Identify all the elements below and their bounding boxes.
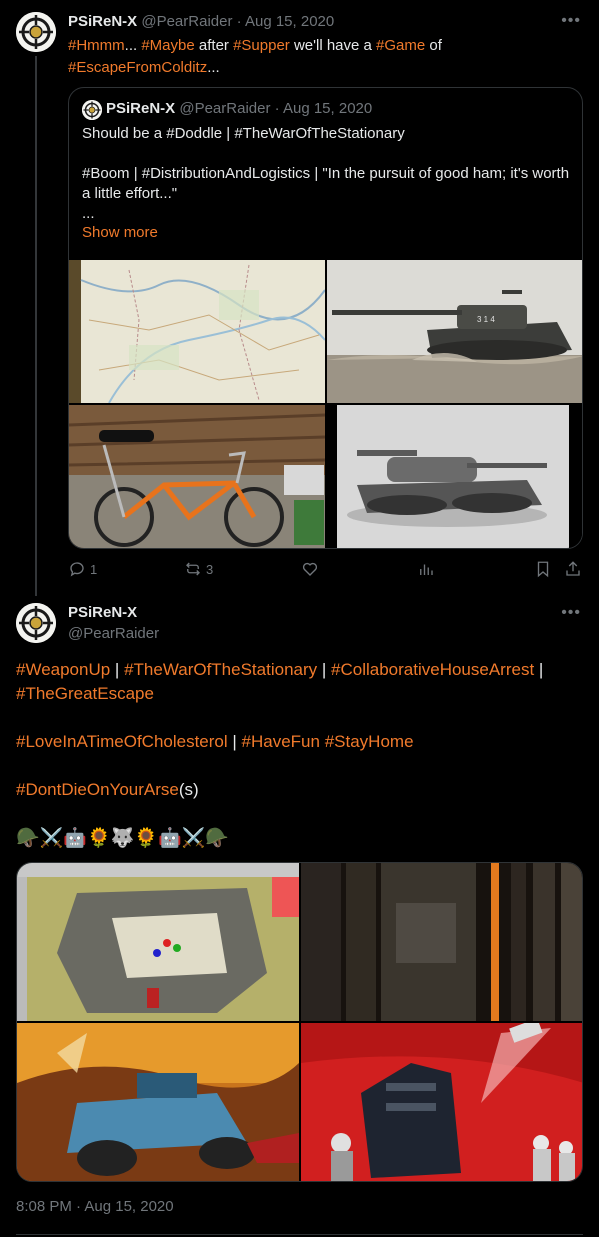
text-fragment: |	[227, 732, 242, 751]
hashtag[interactable]: #LoveInATimeOfCholesterol	[16, 732, 228, 751]
divider	[16, 1234, 583, 1235]
tweet-header: PSiReN-X @PearRaider · Aug 15, 2020	[68, 13, 334, 30]
like-button[interactable]	[301, 560, 323, 578]
views-button[interactable]	[417, 560, 439, 578]
text-fragment: ...	[124, 37, 142, 54]
tweet-date[interactable]: Aug 15, 2020	[245, 13, 334, 30]
quoted-date: Aug 15, 2020	[282, 100, 373, 117]
hashtag[interactable]: #WeaponUp	[16, 660, 110, 679]
share-button[interactable]	[564, 560, 582, 578]
separator-dot: ·	[274, 100, 280, 117]
hashtag[interactable]: #Maybe	[141, 37, 194, 54]
hashtag[interactable]: #HaveFun	[242, 732, 320, 751]
crosshair-avatar-icon	[16, 603, 56, 643]
tweet-timestamp[interactable]: 8:08 PM · Aug 15, 2020	[16, 1198, 174, 1215]
quoted-line: ...	[82, 205, 95, 222]
bookshelf-image[interactable]	[301, 863, 582, 1021]
map-image[interactable]	[69, 260, 325, 403]
hashtag[interactable]: #TheGreatEscape	[16, 684, 154, 703]
quoted-tweet-card[interactable]: PSiReN-X @PearRaider · Aug 15, 2020 Shou…	[68, 87, 583, 549]
text-fragment: |	[110, 660, 125, 679]
bookmark-button[interactable]	[534, 560, 552, 578]
heart-icon	[302, 562, 318, 576]
tweet-action-bar: 1 3	[68, 560, 588, 584]
board-game-image[interactable]	[17, 863, 299, 1021]
repost-icon	[186, 562, 200, 576]
tweet-text-line: #WeaponUp | #TheWarOfTheStationary | #Co…	[16, 658, 586, 682]
media-grid	[16, 862, 583, 1182]
text-fragment: (s)	[178, 780, 199, 799]
tank-image[interactable]: 3 1 4	[327, 260, 582, 403]
text-fragment: of	[425, 37, 442, 54]
tweet-text-line: #LoveInATimeOfCholesterol | #HaveFun #St…	[16, 730, 586, 754]
text-fragment: ...	[207, 59, 220, 76]
repost-button[interactable]: 3	[184, 560, 213, 578]
reply-icon	[70, 562, 84, 577]
more-icon[interactable]: •••	[561, 12, 581, 30]
hashtag[interactable]: #Hmmm	[68, 37, 125, 54]
repost-count: 3	[206, 561, 214, 577]
svg-text:3 1 4: 3 1 4	[477, 315, 495, 324]
display-name[interactable]: PSiReN-X	[68, 13, 137, 30]
bicycle-image[interactable]	[69, 405, 325, 548]
more-icon[interactable]: •••	[561, 604, 581, 622]
tweet-text: #Hmmm... #Maybe after #Supper we'll have…	[68, 35, 568, 79]
show-more-link[interactable]: Show more	[82, 224, 158, 241]
bookmark-icon	[537, 561, 549, 578]
avatar[interactable]	[16, 603, 56, 643]
handle[interactable]: @PearRaider	[68, 625, 159, 642]
text-fragment: after	[194, 37, 234, 54]
text-fragment: |	[317, 660, 332, 679]
reply-count: 1	[90, 561, 98, 577]
avatar[interactable]	[16, 12, 56, 52]
hashtag[interactable]: #CollaborativeHouseArrest	[331, 660, 534, 679]
quoted-line: #Boom | #DistributionAndLogistics | "In …	[82, 165, 570, 202]
crosshair-avatar-icon	[16, 12, 56, 52]
share-icon	[566, 561, 580, 576]
quoted-tweet-header: PSiReN-X @PearRaider · Aug 15, 2020	[106, 100, 372, 117]
tweet-text-line: #TheGreatEscape	[16, 682, 586, 706]
armored-train-image[interactable]	[301, 1023, 582, 1181]
hashtag[interactable]: #Supper	[233, 37, 290, 54]
quoted-line: Should be a #Doddle | #TheWarOfTheStatio…	[82, 125, 405, 142]
crosshair-avatar-icon	[82, 100, 102, 120]
thread-line	[35, 56, 37, 596]
quoted-handle: @PearRaider	[179, 100, 271, 117]
quoted-avatar	[82, 100, 102, 120]
hashtag[interactable]: #DontDieOnYourArse	[16, 780, 179, 799]
handle[interactable]: @PearRaider	[141, 13, 232, 30]
quoted-tweet-text: Should be a #Doddle | #TheWarOfTheStatio…	[82, 124, 572, 224]
quoted-media-grid: 3 1 4	[69, 260, 582, 548]
tweet-text-line: #DontDieOnYourArse(s)	[16, 778, 586, 802]
text-fragment: we'll have a	[289, 37, 377, 54]
car-artwork-image[interactable]	[17, 1023, 299, 1181]
separator-dot: ·	[236, 13, 242, 30]
futuristic-tank-image[interactable]	[327, 405, 582, 548]
reply-button[interactable]: 1	[68, 560, 97, 578]
display-name[interactable]: PSiReN-X	[68, 604, 137, 621]
quoted-display-name: PSiReN-X	[106, 100, 176, 117]
hashtag[interactable]: #EscapeFromColditz	[68, 59, 207, 76]
hashtag[interactable]: #TheWarOfTheStationary	[124, 660, 317, 679]
views-icon	[420, 564, 433, 575]
hashtag[interactable]: #StayHome	[325, 732, 414, 751]
hashtag[interactable]: #Game	[376, 37, 425, 54]
emoji-line: 🪖⚔️🤖🌻🐺🌻🤖⚔️🪖	[16, 828, 229, 849]
text-fragment: |	[534, 660, 544, 679]
